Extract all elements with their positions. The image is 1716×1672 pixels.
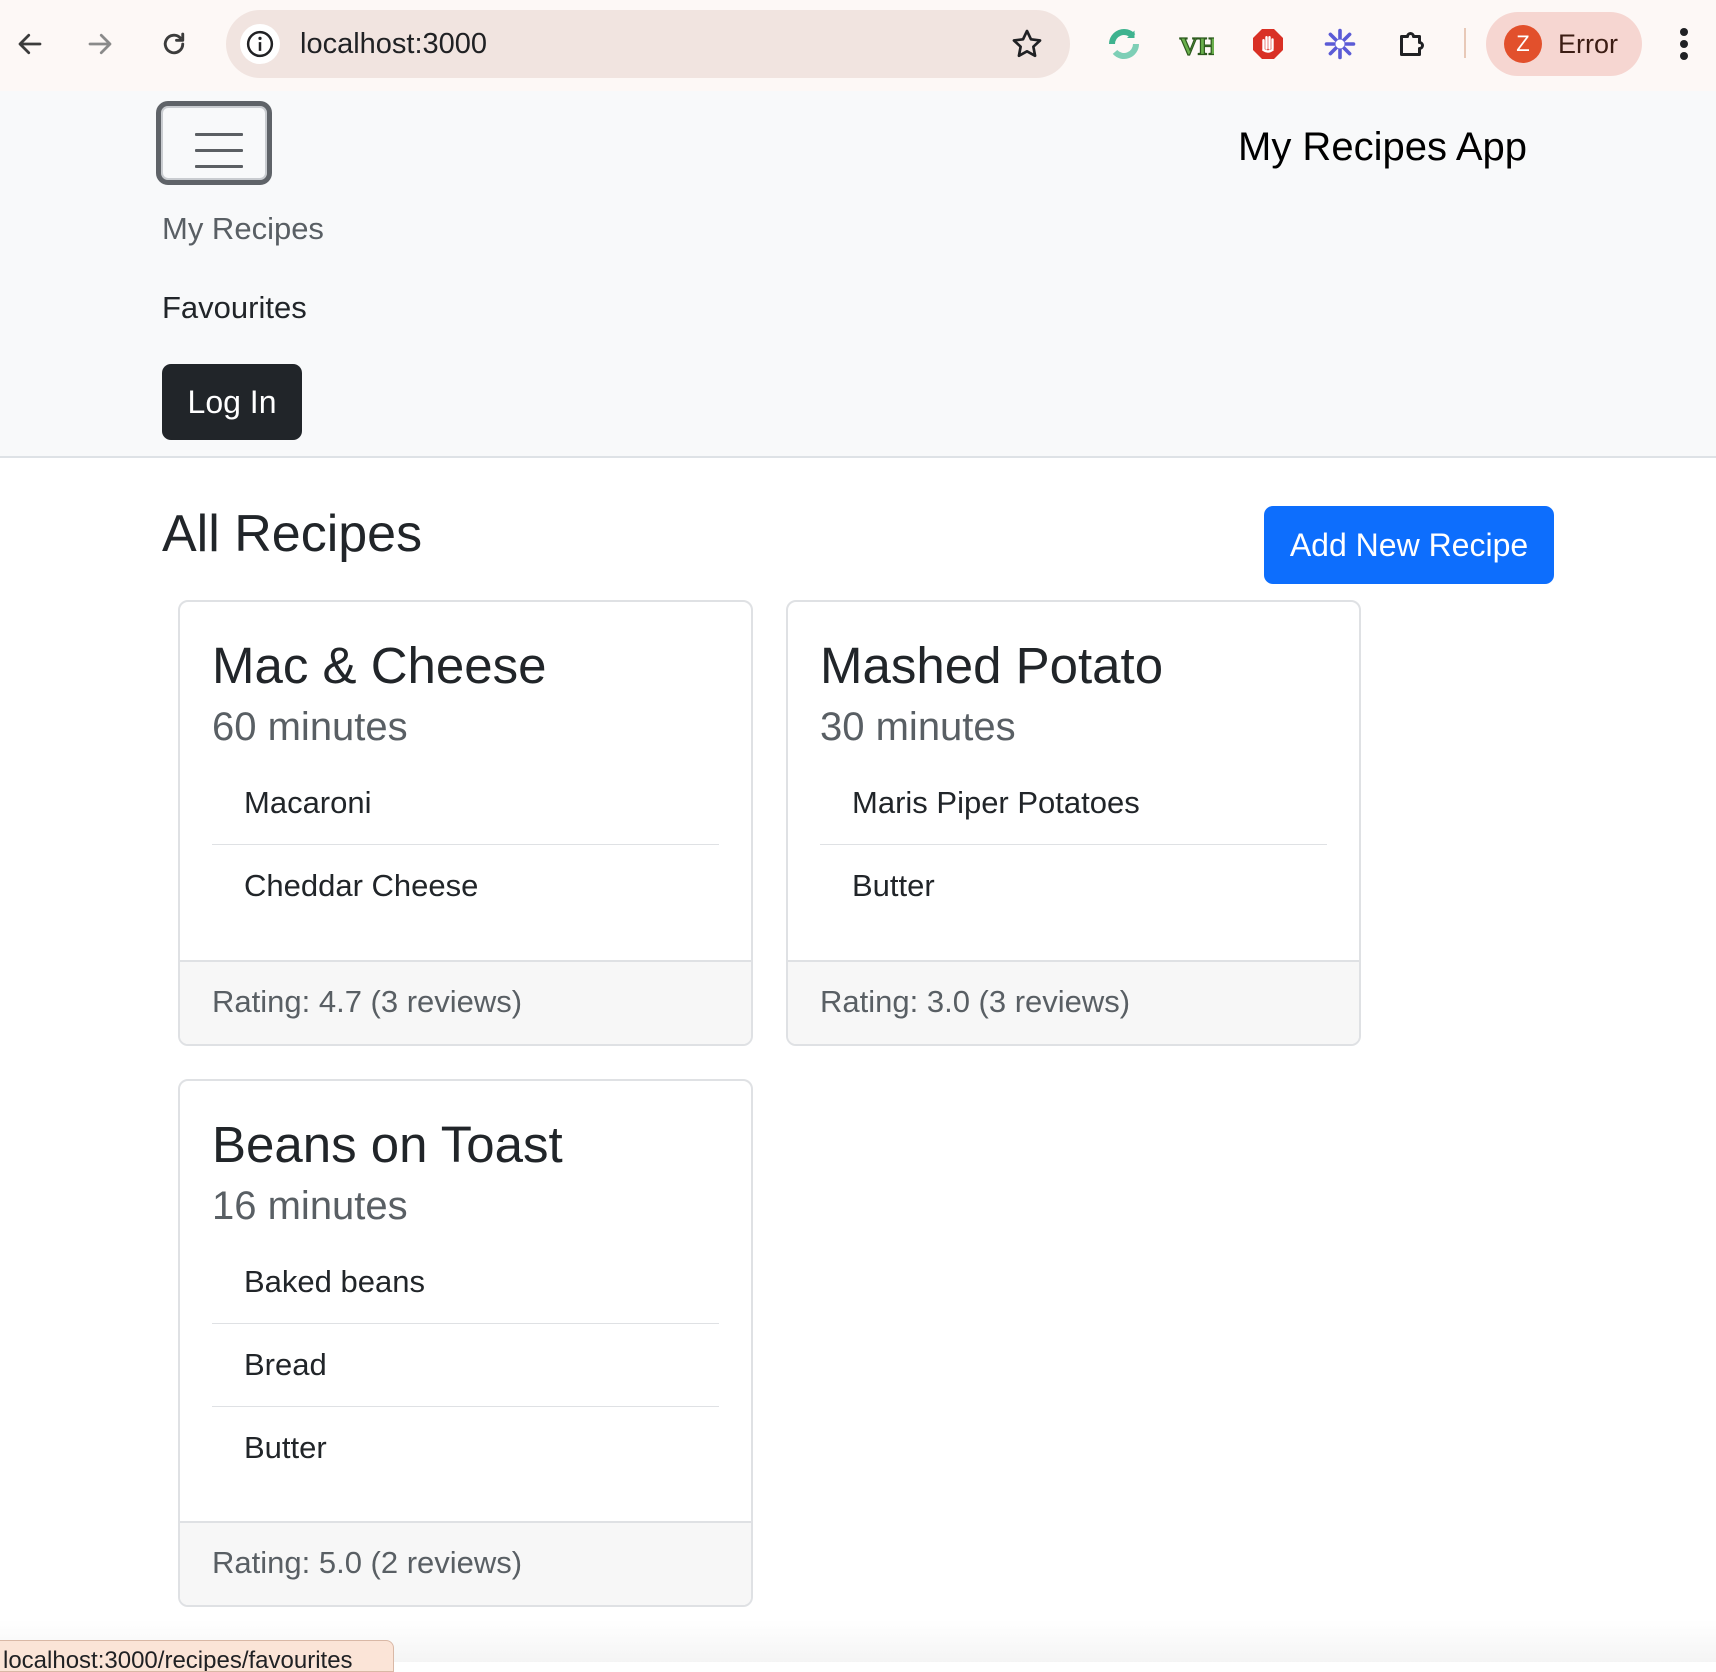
recipe-title: Mashed Potato [820, 637, 1164, 694]
recipe-title: Mac & Cheese [212, 637, 547, 694]
ingredient-item: Butter [244, 1430, 327, 1465]
kebab-menu-icon[interactable] [1668, 24, 1700, 64]
address-bar[interactable]: localhost:3000 [226, 10, 1070, 78]
asterisk-extension-button[interactable] [1320, 24, 1360, 64]
extensions-button[interactable] [1392, 24, 1432, 64]
asterisk-extension-icon [1324, 28, 1356, 60]
back-arrow-icon [18, 33, 42, 55]
recipe-time: 16 minutes [212, 1184, 408, 1228]
svg-text:VH: VH [1180, 32, 1215, 61]
sync-extension-button[interactable] [1104, 24, 1144, 64]
link-status-bar: localhost:3000/recipes/favourites [0, 1640, 394, 1672]
profile-button[interactable]: Z Error [1486, 12, 1642, 76]
ingredient-item: Bread [212, 1324, 719, 1407]
recipe-card[interactable]: Beans on Toast 16 minutes Baked beans Br… [178, 1079, 753, 1607]
ingredient-list: Macaroni Cheddar Cheese [212, 762, 719, 927]
stop-hand-extension-icon [1253, 29, 1283, 59]
sync-extension-icon [1109, 29, 1139, 59]
ingredient-item: Cheddar Cheese [244, 868, 479, 903]
bookmark-star-icon[interactable] [1010, 27, 1044, 61]
ingredient-item: Maris Piper Potatoes [820, 762, 1327, 845]
puzzle-extensions-icon [1400, 32, 1424, 56]
back-button[interactable] [8, 22, 52, 66]
profile-status-label: Error [1558, 29, 1618, 59]
reload-button[interactable] [152, 22, 196, 66]
forward-button[interactable] [78, 22, 122, 66]
reload-icon [163, 32, 185, 55]
nav-link-my-recipes[interactable]: My Recipes [162, 211, 324, 247]
ingredient-item: Baked beans [212, 1241, 719, 1324]
navbar-toggle-button[interactable] [156, 101, 272, 185]
vh-extension-icon: VH [1179, 31, 1215, 61]
recipe-card[interactable]: Mac & Cheese 60 minutes Macaroni Cheddar… [178, 600, 753, 1046]
vh-extension-button[interactable]: VH [1176, 24, 1216, 64]
avatar: Z [1504, 25, 1542, 63]
site-info-button[interactable] [240, 24, 280, 64]
navbar-brand[interactable]: My Recipes App [1238, 125, 1527, 170]
ingredient-list: Baked beans Bread Butter [212, 1241, 719, 1489]
ingredient-item: Macaroni [212, 762, 719, 845]
recipe-card[interactable]: Mashed Potato 30 minutes Maris Piper Pot… [786, 600, 1361, 1046]
add-new-recipe-button[interactable]: Add New Recipe [1264, 506, 1554, 584]
forward-arrow-icon [88, 33, 112, 55]
login-button[interactable]: Log In [162, 364, 302, 440]
toolbar-divider [1464, 28, 1466, 58]
browser-toolbar: localhost:3000 VH Z Error [0, 0, 1716, 92]
app-navbar: My Recipes App My Recipes Favourites Log… [0, 91, 1716, 458]
recipe-time: 30 minutes [820, 705, 1016, 749]
recipe-time: 60 minutes [212, 705, 408, 749]
recipe-rating: Rating: 3.0 (3 reviews) [788, 960, 1359, 1044]
stop-extension-button[interactable] [1248, 24, 1288, 64]
recipe-title: Beans on Toast [212, 1116, 563, 1173]
url-text[interactable]: localhost:3000 [300, 10, 487, 78]
ingredient-list: Maris Piper Potatoes Butter [820, 762, 1327, 927]
info-icon [246, 30, 274, 58]
nav-link-favourites[interactable]: Favourites [162, 290, 307, 326]
recipe-rating: Rating: 5.0 (2 reviews) [180, 1521, 751, 1605]
hamburger-icon [195, 133, 243, 181]
page-title: All Recipes [162, 505, 423, 563]
ingredient-item: Butter [852, 868, 935, 903]
recipe-rating: Rating: 4.7 (3 reviews) [180, 960, 751, 1044]
